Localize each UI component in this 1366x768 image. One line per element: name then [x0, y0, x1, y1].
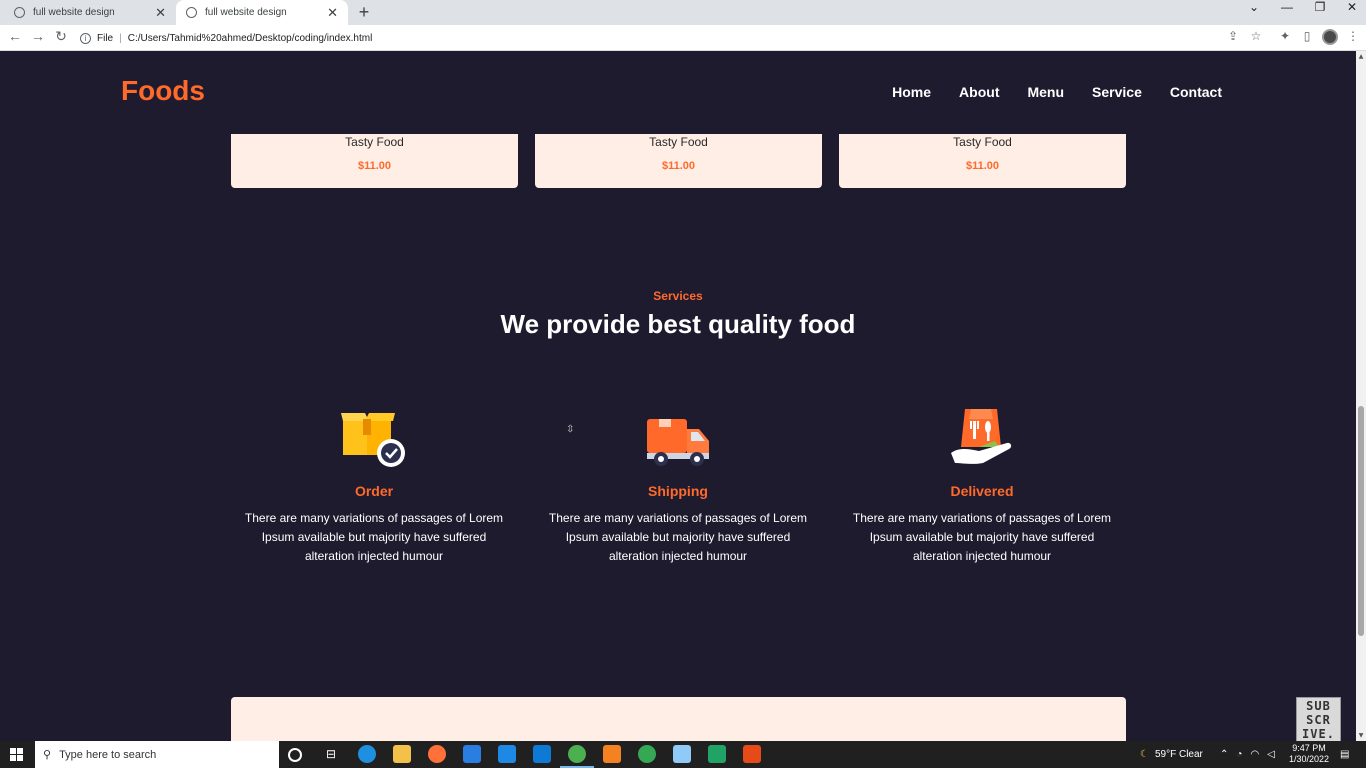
page-scrollbar[interactable]: ▲ ▼ [1356, 51, 1366, 741]
next-section-panel [231, 697, 1126, 741]
subscribe-watermark: SUB SCR IVE. [1296, 697, 1341, 741]
clock-time: 9:47 PM [1292, 743, 1326, 753]
camtasia-icon[interactable] [708, 745, 726, 763]
chrome-profile-icon[interactable] [638, 745, 656, 763]
taskbar-search-placeholder: Type here to search [59, 748, 157, 761]
cortana-icon[interactable] [288, 748, 302, 762]
url-separator: | [119, 32, 122, 44]
scroll-down-icon[interactable]: ▼ [1356, 732, 1366, 739]
menu-card-price: $11.00 [357, 160, 392, 172]
service-card-delivered: Delivered There are many variations of p… [847, 401, 1117, 566]
taskbar-clock[interactable]: 9:47 PM 1/30/2022 [1288, 743, 1330, 765]
nav-home[interactable]: Home [892, 84, 931, 100]
hand-food-bag-icon [847, 401, 1117, 469]
site-header: Foods Home About Menu Service Contact [0, 51, 1356, 134]
recorder-icon[interactable] [743, 745, 761, 763]
url-text[interactable]: C:/Users/Tahmid%20ahmed/Desktop/coding/i… [128, 33, 373, 44]
back-icon[interactable]: ← [5, 28, 25, 48]
nav-menu[interactable]: Menu [1027, 84, 1064, 100]
menu-kebab-icon[interactable]: ⋮ [1344, 29, 1362, 47]
tab-search-icon[interactable]: ⌄ [1237, 0, 1271, 25]
browser-toolbar: ← → ↻ i File | C:/Users/Tahmid%20ahmed/D… [0, 25, 1366, 51]
weather-text: 59°F Clear [1154, 749, 1203, 760]
delivery-truck-icon [543, 401, 813, 469]
mail-icon[interactable] [498, 745, 516, 763]
service-title: Delivered [950, 483, 1014, 499]
clock-date: 1/30/2022 [1288, 754, 1330, 764]
system-tray-icons[interactable]: ⌃ ◔ ◠ ◁ [1220, 741, 1275, 768]
tab-title: full website design [205, 7, 287, 18]
wifi-icon[interactable]: ◠ [1250, 749, 1259, 760]
windows-start-icon[interactable] [10, 748, 23, 761]
url-scheme-label: File [97, 32, 114, 44]
nav-about[interactable]: About [959, 84, 999, 100]
close-tab-icon[interactable]: ✕ [327, 5, 338, 21]
close-tab-icon[interactable]: ✕ [155, 5, 166, 21]
close-window-button[interactable]: ✕ [1335, 0, 1366, 25]
extensions-icon[interactable]: ✦ [1276, 29, 1294, 47]
network-icon[interactable]: ◔ [1236, 749, 1242, 760]
chrome-icon[interactable] [560, 745, 594, 768]
address-bar[interactable]: i File | C:/Users/Tahmid%20ahmed/Desktop… [80, 29, 1210, 47]
vscode-icon[interactable] [533, 745, 551, 763]
main-nav: Home About Menu Service Contact [892, 84, 1222, 100]
scroll-up-icon[interactable]: ▲ [1356, 53, 1366, 60]
browser-tab-bar: full website design ✕ full website desig… [0, 0, 1366, 25]
tab-title: full website design [33, 7, 115, 18]
firefox-icon[interactable] [428, 745, 446, 763]
service-card-order: Order There are many variations of passa… [239, 401, 509, 566]
notepad-icon[interactable] [673, 745, 691, 763]
profile-avatar[interactable] [1322, 29, 1338, 45]
menu-card-price: $11.00 [965, 160, 1000, 172]
store-icon[interactable] [463, 745, 481, 763]
service-title: Order [354, 483, 394, 499]
edge-icon[interactable] [358, 745, 376, 763]
menu-card-price: $11.00 [661, 160, 696, 172]
chevron-up-icon[interactable]: ⌃ [1220, 749, 1228, 760]
menu-card-name: Tasty Food [345, 135, 404, 149]
nav-service[interactable]: Service [1092, 84, 1142, 100]
task-view-icon[interactable]: ⊟ [322, 745, 340, 763]
browser-tab[interactable]: full website design ✕ [4, 0, 176, 25]
service-description: There are many variations of passages of… [852, 511, 1112, 563]
share-icon[interactable]: ⇪ [1224, 29, 1242, 47]
services-heading: We provide best quality food [500, 309, 856, 339]
taskbar-search[interactable]: ⚲ Type here to search [35, 741, 279, 768]
windows-taskbar: ⚲ Type here to search ⊟ ☾ 59°F Clear ⌃ ◔… [0, 741, 1366, 768]
file-explorer-icon[interactable] [393, 745, 411, 763]
web-page: Tasty Food $11.00 Tasty Food $11.00 Tast… [0, 51, 1356, 741]
info-icon[interactable]: i [80, 32, 91, 44]
menu-card-name: Tasty Food [953, 135, 1012, 149]
reload-icon[interactable]: ↻ [51, 28, 71, 48]
forward-icon[interactable]: → [28, 28, 48, 48]
globe-icon [14, 7, 25, 18]
box-check-icon [239, 401, 509, 469]
service-card-shipping: Shipping There are many variations of pa… [543, 401, 813, 566]
service-title: Shipping [648, 483, 708, 499]
sublime-text-icon[interactable] [603, 745, 621, 763]
bookmark-star-icon[interactable]: ☆ [1247, 29, 1265, 47]
volume-icon[interactable]: ◁ [1267, 749, 1275, 760]
side-panel-icon[interactable]: ▯ [1298, 29, 1316, 47]
browser-tab-active[interactable]: full website design ✕ [176, 0, 348, 25]
globe-icon [186, 7, 197, 18]
weather-widget[interactable]: ☾ 59°F Clear [1140, 741, 1203, 768]
nav-contact[interactable]: Contact [1170, 84, 1222, 100]
menu-card-name: Tasty Food [649, 135, 708, 149]
restore-button[interactable]: ❐ [1303, 0, 1337, 25]
service-description: There are many variations of passages of… [548, 511, 808, 563]
scrollbar-thumb[interactable] [1358, 406, 1364, 636]
notification-icon[interactable]: ▤ [1340, 741, 1349, 768]
service-description: There are many variations of passages of… [244, 511, 504, 563]
minimize-button[interactable]: — [1270, 0, 1304, 25]
services-eyebrow: Services [653, 289, 703, 303]
moon-icon: ☾ [1140, 749, 1149, 760]
site-logo[interactable]: Foods [121, 75, 205, 107]
new-tab-button[interactable]: + [354, 2, 374, 22]
search-icon: ⚲ [43, 749, 52, 761]
mouse-cursor-icon: ⇳ [566, 424, 575, 435]
